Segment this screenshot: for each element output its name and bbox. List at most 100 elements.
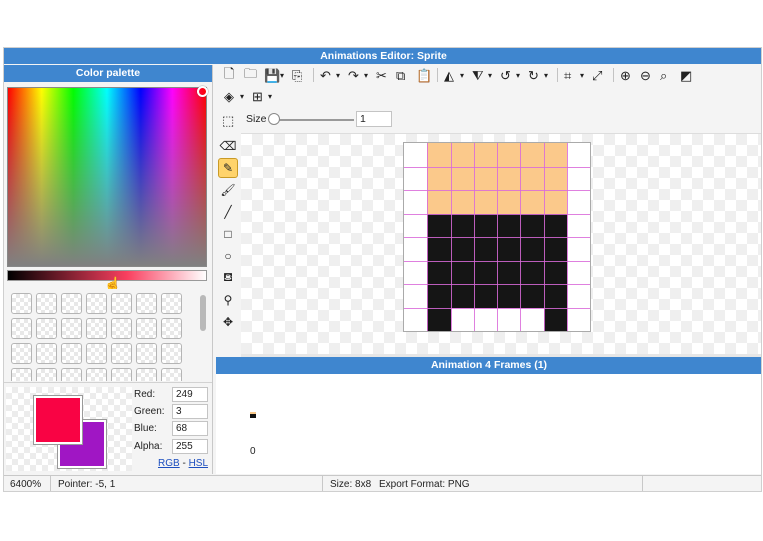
eyedropper-icon[interactable]: ⚲ <box>218 290 238 310</box>
new-file-icon[interactable]: 🗋 <box>224 66 234 84</box>
sprite-pixel[interactable] <box>497 213 521 237</box>
palette-swatch[interactable] <box>136 318 157 339</box>
sprite-pixel[interactable] <box>450 260 474 284</box>
dropdown-arrow-icon[interactable]: ▾ <box>364 67 368 84</box>
green-field[interactable]: 3 <box>172 404 208 419</box>
ellipse-icon[interactable]: ○ <box>218 246 238 266</box>
palette-swatch[interactable] <box>36 293 57 314</box>
resize-icon[interactable]: ⤢ <box>592 67 602 84</box>
copy-icon[interactable]: ⧉ <box>396 67 405 84</box>
zoom-fit-icon[interactable]: ⌕ <box>660 67 667 84</box>
spectrum-picker-handle[interactable] <box>197 86 208 97</box>
paste-icon[interactable]: 📋 <box>416 67 432 84</box>
sprite-pixel[interactable] <box>427 190 451 214</box>
alpha-field[interactable]: 255 <box>172 439 208 454</box>
sprite-pixel[interactable] <box>450 237 474 261</box>
sprite-pixel[interactable] <box>427 307 451 331</box>
lightness-slider[interactable]: ☝ <box>7 270 207 292</box>
rectangle-icon[interactable]: □ <box>218 224 238 244</box>
hsl-link[interactable]: HSL <box>189 458 208 469</box>
sprite-pixel[interactable] <box>473 190 497 214</box>
dropdown-arrow-icon[interactable]: ▾ <box>516 67 520 84</box>
sprite-pixel[interactable] <box>473 237 497 261</box>
flip-vertical-icon[interactable]: ⧨ <box>472 67 484 84</box>
blue-field[interactable]: 68 <box>172 421 208 436</box>
dropdown-arrow-icon[interactable]: ▾ <box>544 67 548 84</box>
palette-swatch[interactable] <box>86 343 107 364</box>
sprite-pixel[interactable] <box>543 166 567 190</box>
swatch-scrollbar[interactable] <box>200 295 206 331</box>
red-field[interactable]: 249 <box>172 387 208 402</box>
pencil-icon[interactable]: ✎ <box>218 158 238 178</box>
palette-swatch[interactable] <box>11 293 32 314</box>
sprite-pixel[interactable] <box>543 213 567 237</box>
sprite-pixel[interactable] <box>450 143 474 167</box>
sprite-pixel[interactable] <box>520 190 544 214</box>
palette-swatch[interactable] <box>111 368 132 381</box>
sprite-pixel[interactable] <box>450 213 474 237</box>
layers-icon[interactable]: ◈ <box>224 88 234 105</box>
sprite-pixel[interactable] <box>427 260 451 284</box>
dropdown-arrow-icon[interactable]: ▾ <box>336 67 340 84</box>
palette-swatch[interactable] <box>36 318 57 339</box>
sprite-pixel[interactable] <box>543 190 567 214</box>
sprite-pixel[interactable] <box>450 284 474 308</box>
selection-icon[interactable]: ⬚ <box>222 112 234 129</box>
palette-swatch[interactable] <box>36 368 57 381</box>
sprite-pixel[interactable] <box>427 213 451 237</box>
palette-swatch[interactable] <box>136 368 157 381</box>
sprite-pixel[interactable] <box>497 284 521 308</box>
sprite-pixel[interactable] <box>497 143 521 167</box>
sprite-pixel[interactable] <box>427 237 451 261</box>
palette-swatch[interactable] <box>61 293 82 314</box>
palette-swatch[interactable] <box>136 293 157 314</box>
line-icon[interactable]: ╱ <box>218 202 238 222</box>
palette-swatch[interactable] <box>161 343 182 364</box>
dropdown-arrow-icon[interactable]: ▾ <box>280 67 284 84</box>
palette-swatch[interactable] <box>11 343 32 364</box>
sprite-pixel[interactable] <box>543 237 567 261</box>
palette-swatch[interactable] <box>161 368 182 381</box>
grid-icon[interactable]: ⊞ <box>252 88 263 105</box>
sprite-pixel[interactable] <box>520 284 544 308</box>
flip-horizontal-icon[interactable]: ◭ <box>444 67 454 84</box>
palette-swatch[interactable] <box>111 293 132 314</box>
redo-icon[interactable]: ↷ <box>348 67 359 84</box>
palette-swatch[interactable] <box>136 343 157 364</box>
sprite-pixel[interactable] <box>473 143 497 167</box>
canvas-area[interactable] <box>241 133 761 354</box>
cut-icon[interactable]: ✂ <box>376 67 387 84</box>
dropdown-arrow-icon[interactable]: ▾ <box>580 67 584 84</box>
sprite-pixel[interactable] <box>543 143 567 167</box>
dropdown-arrow-icon[interactable]: ▾ <box>268 88 272 105</box>
palette-swatch[interactable] <box>11 318 32 339</box>
palette-swatch[interactable] <box>61 318 82 339</box>
sprite-pixel[interactable] <box>473 213 497 237</box>
rotate-right-icon[interactable]: ↻ <box>528 67 539 84</box>
palette-swatch[interactable] <box>111 343 132 364</box>
sprite-pixel[interactable] <box>450 166 474 190</box>
size-slider-track[interactable] <box>274 119 354 121</box>
sprite-pixel[interactable] <box>427 166 451 190</box>
palette-swatch[interactable] <box>111 318 132 339</box>
sprite-pixel[interactable] <box>497 237 521 261</box>
palette-swatch[interactable] <box>161 293 182 314</box>
palette-swatch[interactable] <box>11 368 32 381</box>
sprite-pixel[interactable] <box>497 190 521 214</box>
crop-icon[interactable]: ⌗ <box>564 67 571 84</box>
frame-thumbnail[interactable] <box>250 412 256 418</box>
move-icon[interactable]: ✥ <box>218 312 238 332</box>
palette-swatch[interactable] <box>86 293 107 314</box>
sprite-pixel[interactable] <box>520 237 544 261</box>
sprite-pixel[interactable] <box>497 166 521 190</box>
rgb-link[interactable]: RGB <box>158 458 180 469</box>
palette-swatch[interactable] <box>61 368 82 381</box>
zoom-in-icon[interactable]: ⊕ <box>620 67 631 84</box>
sprite-pixel[interactable] <box>473 166 497 190</box>
sprite-pixel[interactable] <box>473 284 497 308</box>
open-folder-icon[interactable]: 🗀 <box>244 66 257 84</box>
sprite-pixel[interactable] <box>520 143 544 167</box>
zoom-out-icon[interactable]: ⊖ <box>640 67 651 84</box>
dropdown-arrow-icon[interactable]: ▾ <box>488 67 492 84</box>
size-slider-handle[interactable] <box>268 113 280 125</box>
